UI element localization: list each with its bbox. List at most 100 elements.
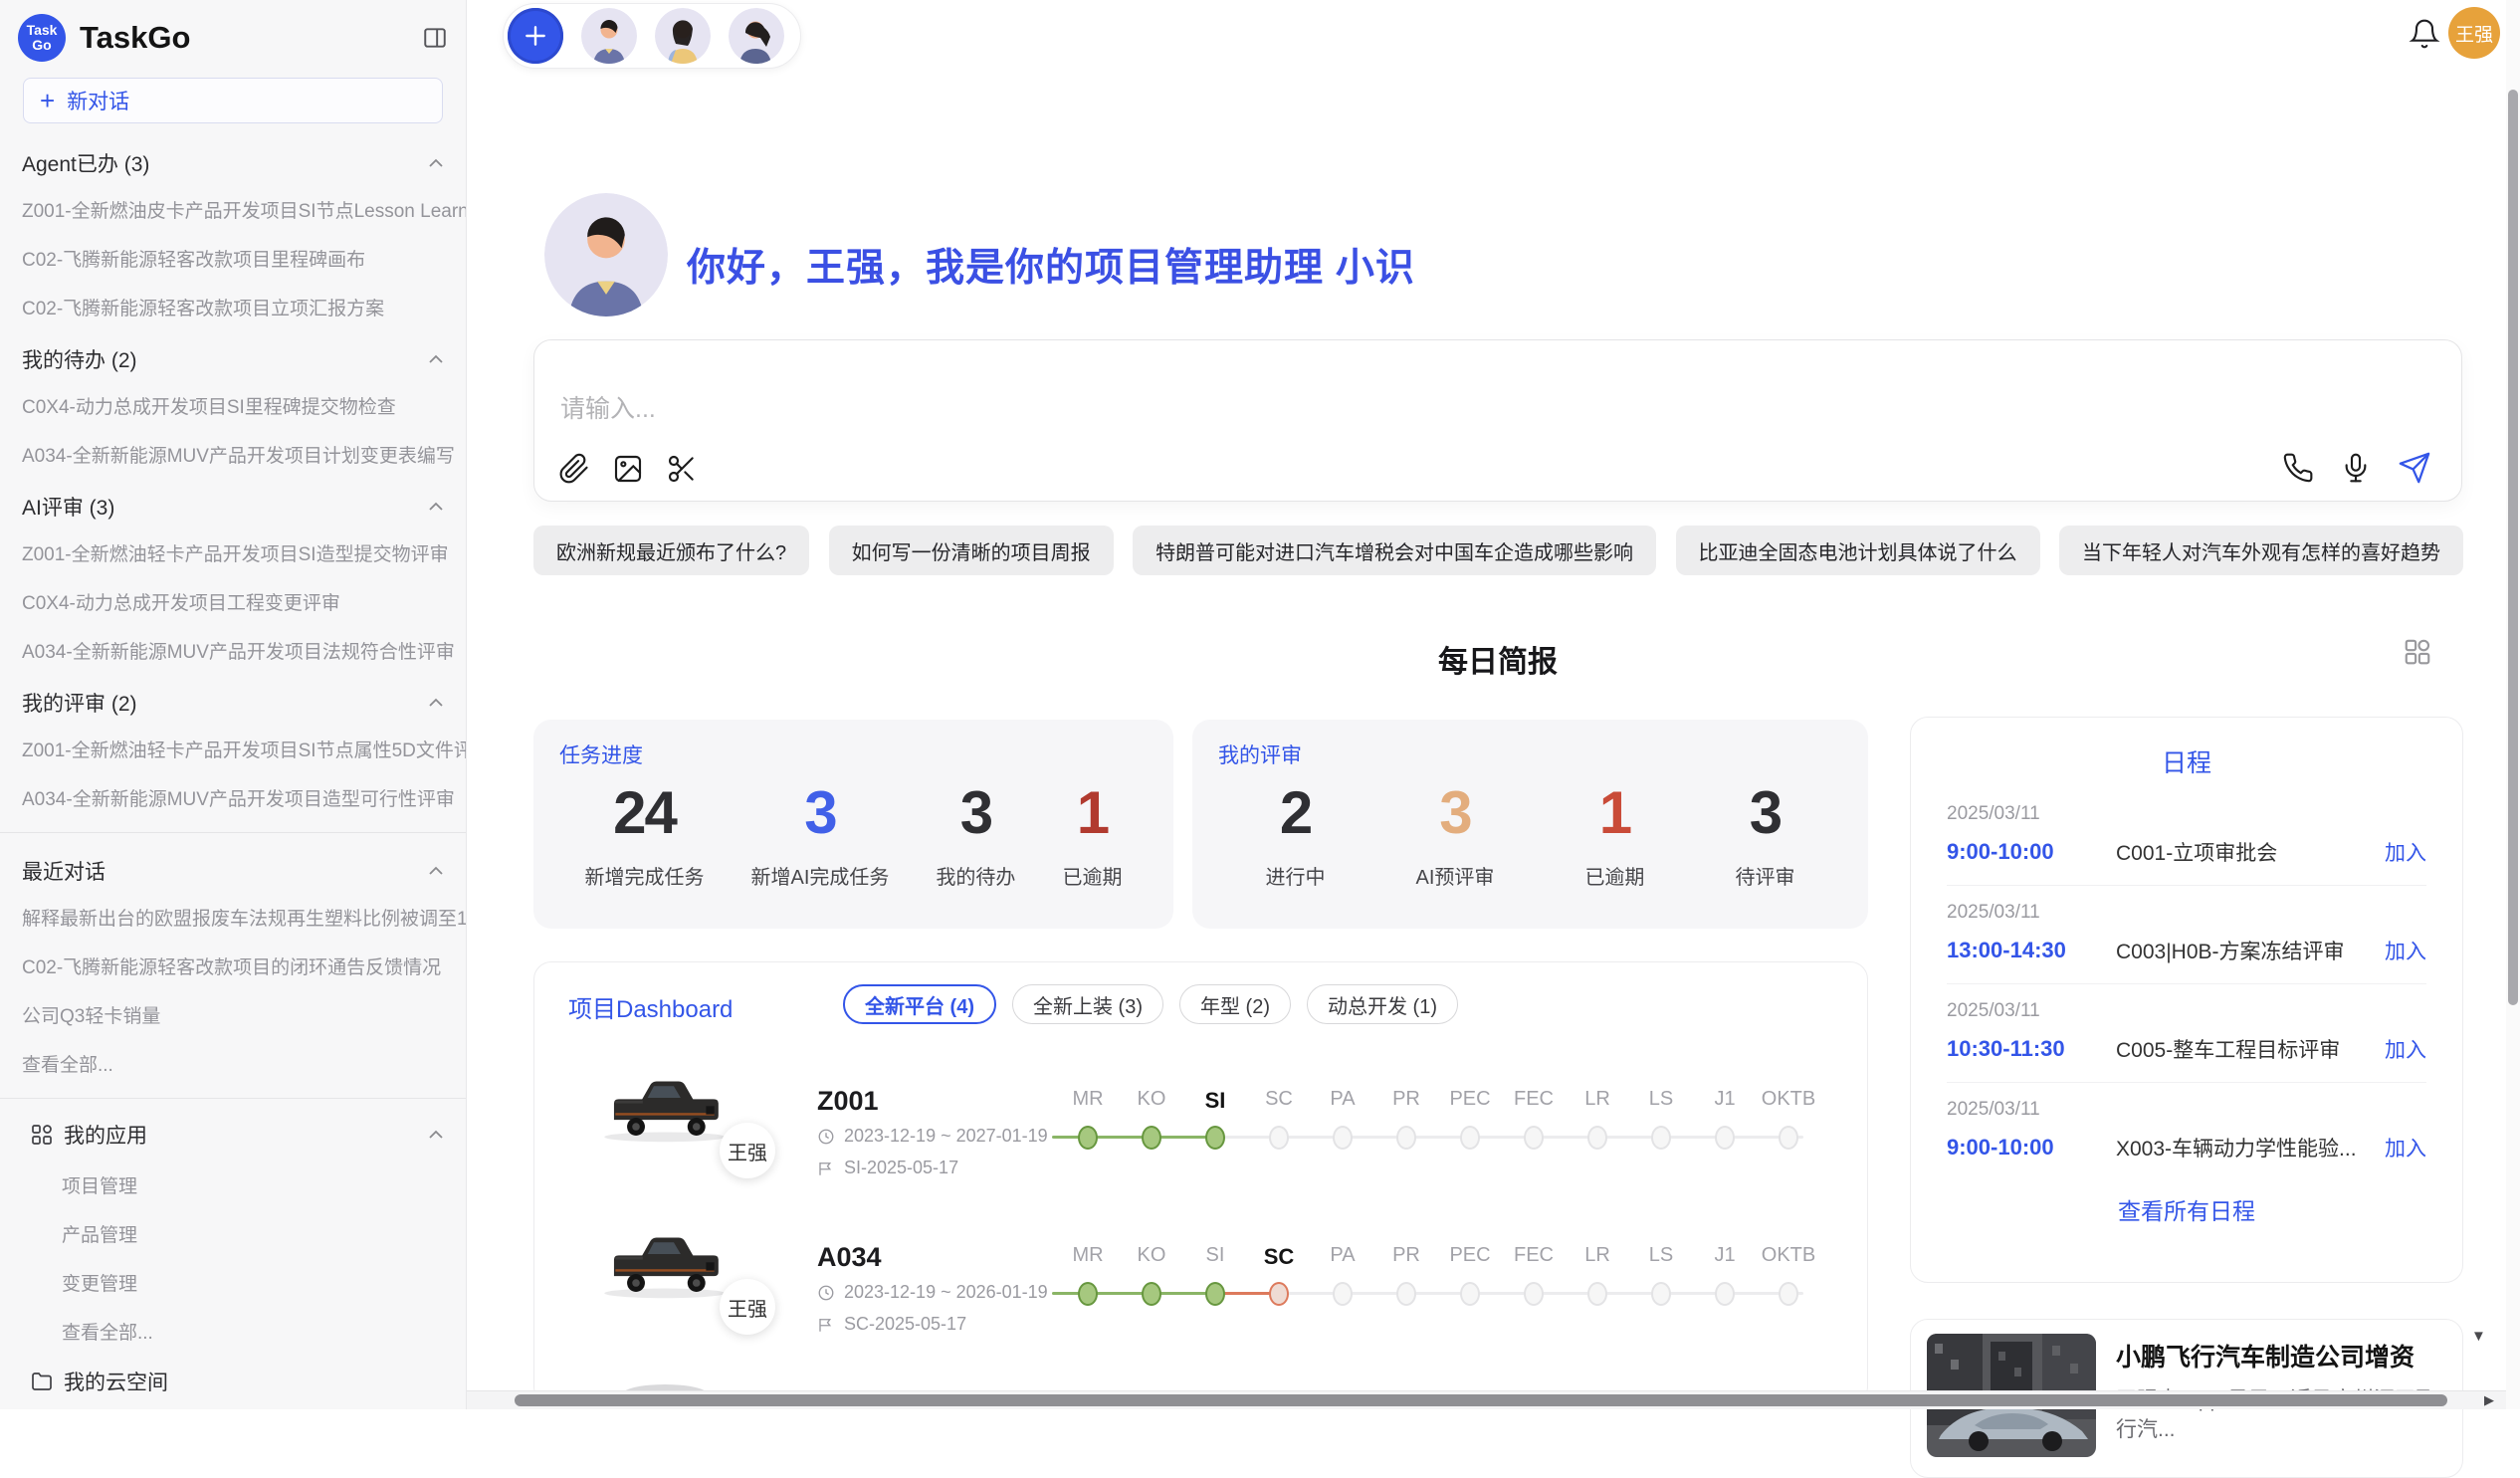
bell-icon[interactable] (2409, 17, 2440, 51)
scissors-icon[interactable] (666, 453, 698, 485)
suggestion-chip[interactable]: 比亚迪全固态电池计划具体说了什么 (1676, 526, 2040, 575)
sidebar-item-my-apps[interactable]: 我的应用 (0, 1109, 466, 1161)
milestone-dot[interactable] (1651, 1282, 1671, 1306)
suggestion-chip[interactable]: 当下年轻人对汽车外观有怎样的喜好趋势 (2059, 526, 2463, 575)
send-icon[interactable] (2398, 451, 2431, 485)
daily-briefing-title: 每日简报 (533, 637, 2462, 681)
milestone-dot[interactable] (1142, 1126, 1161, 1150)
milestone-dot[interactable] (1460, 1126, 1480, 1150)
milestone-label: KO (1120, 1088, 1183, 1111)
image-icon[interactable] (612, 453, 644, 485)
milestone-dot[interactable] (1460, 1282, 1480, 1306)
join-link[interactable]: 加入 (2385, 1034, 2426, 1064)
tab-new-platform[interactable]: 全新平台 (4) (843, 984, 996, 1024)
group-label-text: 我的待办 (2) (22, 344, 137, 374)
sidebar-item[interactable]: Z001-全新燃油轻卡产品开发项目SI节点属性5D文件评审 (0, 725, 466, 773)
sidebar-group-recent-chats[interactable]: 最近对话 (0, 843, 466, 893)
sidebar-item[interactable]: A034-全新新能源MUV产品开发项目造型可行性评审 (0, 773, 466, 822)
milestone-dot[interactable] (1333, 1282, 1353, 1306)
paperclip-icon[interactable] (558, 453, 590, 485)
project-row-z001[interactable]: 王强 Z001 2023-12-19 ~ 2027-01-19 SI-2025-… (574, 1058, 1851, 1214)
milestone-dot[interactable] (1396, 1282, 1416, 1306)
recent-chat-item[interactable]: 解释最新出台的欧盟报废车法规再生塑料比例被调至15%... (0, 893, 466, 942)
session-avatar[interactable] (581, 8, 637, 64)
join-link[interactable]: 加入 (2385, 837, 2426, 867)
event-title: C001-立项审批会 (2116, 837, 2385, 867)
sidebar-group-ai-review[interactable]: AI评审 (3) (0, 479, 466, 528)
recent-chat-item[interactable]: 公司Q3轻卡销量 (0, 990, 466, 1039)
join-link[interactable]: 加入 (2385, 936, 2426, 965)
sidebar-item[interactable]: C0X4-动力总成开发项目工程变更评审 (0, 577, 466, 626)
horizontal-scrollbar-thumb[interactable] (515, 1394, 2447, 1406)
app-item-change-mgmt[interactable]: 变更管理 (0, 1258, 466, 1307)
vertical-scrollbar[interactable] (2506, 0, 2520, 1409)
milestone-dot[interactable] (1269, 1126, 1289, 1150)
milestone-dot[interactable] (1651, 1126, 1671, 1150)
sidebar-item[interactable]: C02-飞腾新能源轻客改款项目里程碑画布 (0, 234, 466, 283)
mic-icon[interactable] (2340, 452, 2372, 484)
sidebar-item[interactable]: Z001-全新燃油轻卡产品开发项目SI造型提交物评审 (0, 528, 466, 577)
sidebar-item[interactable]: C02-飞腾新能源轻客改款项目立项汇报方案 (0, 283, 466, 331)
phone-icon[interactable] (2282, 452, 2314, 484)
grid-circle-icon[interactable] (2403, 637, 2432, 667)
milestone-dot[interactable] (1587, 1126, 1607, 1150)
project-dates: 2023-12-19 ~ 2026-01-19 (817, 1282, 1048, 1303)
sidebar-item[interactable]: A034-全新新能源MUV产品开发项目计划变更表编写 (0, 430, 466, 479)
session-avatar[interactable] (729, 8, 784, 64)
sidebar-group-agent-done[interactable]: Agent已办 (3) (0, 135, 466, 185)
tab-model-year[interactable]: 年型 (2) (1179, 984, 1291, 1024)
milestone-dot[interactable] (1078, 1126, 1098, 1150)
sidebar-group-my-review[interactable]: 我的评审 (2) (0, 675, 466, 725)
tab-powertrain[interactable]: 动总开发 (1) (1307, 984, 1458, 1024)
project-row-a034[interactable]: 王强 A034 2023-12-19 ~ 2026-01-19 SC-2025-… (574, 1214, 1851, 1371)
sidebar-item[interactable]: Z001-全新燃油皮卡产品开发项目SI节点Lesson Learn报告 (0, 185, 466, 234)
milestone-dot[interactable] (1779, 1282, 1798, 1306)
milestone-dot[interactable] (1587, 1282, 1607, 1306)
chat-input[interactable] (558, 394, 1956, 425)
milestone-dot[interactable] (1524, 1126, 1544, 1150)
milestone-dot[interactable] (1142, 1282, 1161, 1306)
schedule-event[interactable]: 2025/03/11 13:00-14:30 C003|H0B-方案冻结评审 加… (1947, 886, 2426, 984)
scroll-down-arrow-icon[interactable]: ▼ (2471, 1328, 2486, 1345)
new-session-button[interactable] (508, 8, 563, 64)
schedule-event[interactable]: 2025/03/11 9:00-10:00 X003-车辆动力学性能验... 加… (1947, 1083, 2426, 1180)
apps-view-all[interactable]: 查看全部... (0, 1307, 466, 1356)
horizontal-scrollbar[interactable]: ▶ (467, 1390, 2520, 1409)
suggestion-chip[interactable]: 特朗普可能对进口汽车增税会对中国车企造成哪些影响 (1133, 526, 1656, 575)
app-title: TaskGo (80, 20, 408, 56)
app-item-project-mgmt[interactable]: 项目管理 (0, 1161, 466, 1209)
sidebar-item-cloud-space[interactable]: 我的云空间 (0, 1356, 466, 1407)
recent-view-all[interactable]: 查看全部... (0, 1039, 466, 1088)
milestone-dot[interactable] (1333, 1126, 1353, 1150)
user-avatar[interactable]: 王强 (2448, 7, 2500, 59)
vertical-scrollbar-thumb[interactable] (2508, 90, 2518, 1005)
session-avatar[interactable] (655, 8, 711, 64)
milestone-dot[interactable] (1205, 1126, 1225, 1150)
milestone-dot[interactable] (1524, 1282, 1544, 1306)
event-time: 9:00-10:00 (1947, 1135, 2116, 1161)
scroll-right-arrow-icon[interactable]: ▶ (2484, 1392, 2494, 1408)
tab-new-body[interactable]: 全新上装 (3) (1012, 984, 1163, 1024)
suggestion-chip[interactable]: 如何写一份清晰的项目周报 (829, 526, 1114, 575)
milestone-dot[interactable] (1715, 1282, 1735, 1306)
schedule-event[interactable]: 2025/03/11 9:00-10:00 C001-立项审批会 加入 (1947, 787, 2426, 886)
milestone-dot[interactable] (1715, 1126, 1735, 1150)
sidebar: Task Go TaskGo + 新对话 Agent已办 (3) Z001-全新… (0, 0, 467, 1409)
sidebar-item[interactable]: A034-全新新能源MUV产品开发项目法规符合性评审 (0, 626, 466, 675)
milestone-dot[interactable] (1205, 1282, 1225, 1306)
schedule-event[interactable]: 2025/03/11 10:30-11:30 C005-整车工程目标评审 加入 (1947, 984, 2426, 1083)
join-link[interactable]: 加入 (2385, 1133, 2426, 1162)
recent-chat-item[interactable]: C02-飞腾新能源轻客改款项目的闭环通告反馈情况 (0, 942, 466, 990)
sidebar-item[interactable]: C0X4-动力总成开发项目SI里程碑提交物检查 (0, 381, 466, 430)
suggestion-chip[interactable]: 欧洲新规最近颁布了什么? (533, 526, 809, 575)
milestone-dot[interactable] (1396, 1126, 1416, 1150)
view-all-schedule-link[interactable]: 查看所有日程 (1911, 1192, 2462, 1226)
milestone-dot-overdue[interactable] (1269, 1282, 1289, 1306)
new-chat-button[interactable]: + 新对话 (23, 78, 443, 123)
app-item-product-mgmt[interactable]: 产品管理 (0, 1209, 466, 1258)
milestone-dot[interactable] (1078, 1282, 1098, 1306)
panel-toggle-icon[interactable] (422, 25, 448, 51)
sidebar-group-my-todo[interactable]: 我的待办 (2) (0, 331, 466, 381)
milestone-dot[interactable] (1779, 1126, 1798, 1150)
clock-icon (817, 1284, 835, 1302)
